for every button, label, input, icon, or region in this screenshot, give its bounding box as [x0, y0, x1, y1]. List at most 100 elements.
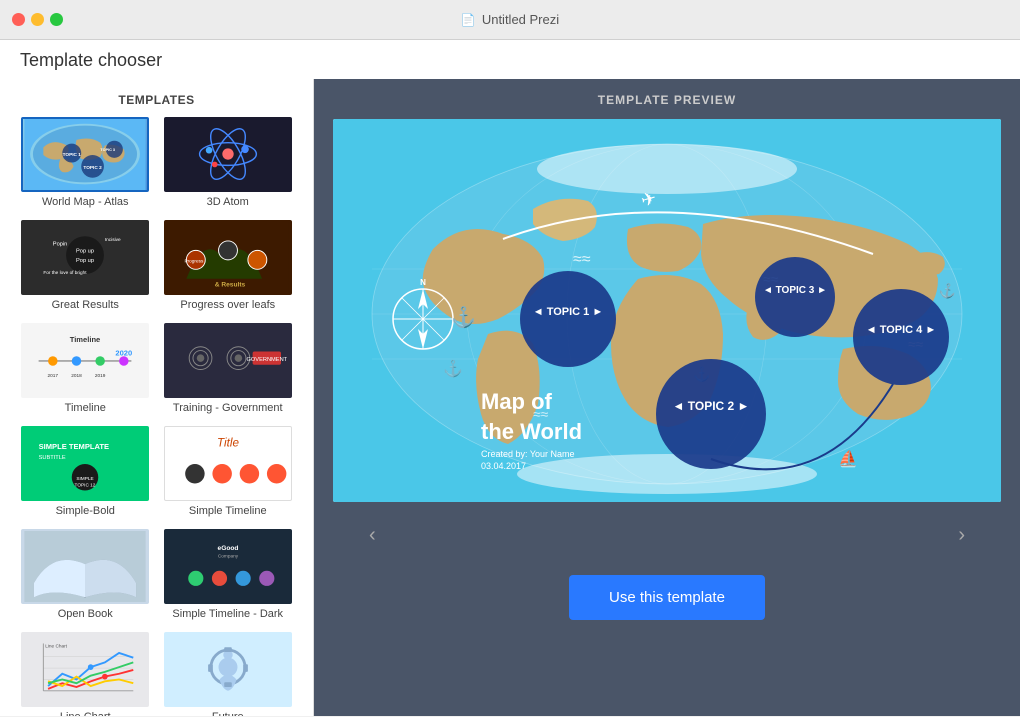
- template-label-line-chart: Line Chart: [60, 711, 111, 716]
- svg-text:Company: Company: [218, 554, 239, 560]
- svg-text:the World: the World: [481, 419, 582, 444]
- svg-text:SIMPLE: SIMPLE: [77, 476, 94, 482]
- svg-text:TOPIC 3: TOPIC 3: [101, 148, 116, 152]
- traffic-lights: [12, 13, 63, 26]
- svg-text:Title: Title: [217, 436, 239, 449]
- template-item-simple-bold[interactable]: SIMPLE TEMPLATE SUBTITLE SIMPLE TOPIC 12…: [14, 426, 157, 529]
- preview-header-text: TEMPLATE PREVIEW: [598, 93, 736, 107]
- svg-text:◄ TOPIC 1 ►: ◄ TOPIC 1 ►: [533, 306, 603, 318]
- svg-text:2020: 2020: [116, 348, 133, 357]
- app-title-text: Template chooser: [20, 50, 162, 70]
- template-thumb-progress-leafs: Progress & Results: [164, 220, 292, 295]
- svg-text:GOVERNMENT: GOVERNMENT: [246, 357, 287, 363]
- template-thumb-timeline: Timeline 2017 2018 2019 2020: [21, 323, 149, 398]
- next-arrow-icon: ›: [958, 524, 965, 546]
- svg-text:& Results: & Results: [214, 281, 245, 288]
- template-label-open-book: Open Book: [58, 608, 113, 620]
- use-template-label: Use this template: [609, 589, 725, 606]
- template-thumb-world-map: TOPIC 1 TOPIC 2 TOPIC 3: [21, 117, 149, 192]
- close-button[interactable]: [12, 13, 25, 26]
- preview-navigation: ‹ ›: [333, 506, 1001, 565]
- main-layout: TEMPLATES: [0, 79, 1020, 716]
- template-label-3d-atom: 3D Atom: [207, 196, 249, 208]
- templates-header: TEMPLATES: [0, 79, 313, 117]
- template-item-progress-leafs[interactable]: Progress & Results Progress over leafs: [157, 220, 300, 323]
- template-label-simple-bold: Simple-Bold: [56, 505, 115, 517]
- template-item-3d-atom[interactable]: 3D Atom: [157, 117, 300, 220]
- svg-text:◄ TOPIC 3 ►: ◄ TOPIC 3 ►: [763, 285, 827, 296]
- template-thumb-open-book: [21, 529, 149, 604]
- window-title: 📄 Untitled Prezi: [461, 12, 559, 27]
- template-item-future[interactable]: Future: [157, 632, 300, 716]
- use-template-button[interactable]: Use this template: [569, 575, 765, 620]
- preview-svg: ✈ ⚓ ⛵ N ≈≈ ≈≈ ≈≈: [333, 119, 1001, 502]
- right-panel: TEMPLATE PREVIEW: [314, 79, 1020, 716]
- svg-text:eGood: eGood: [217, 545, 238, 552]
- svg-text:03.04.2017: 03.04.2017: [481, 461, 526, 471]
- template-item-simple-timeline-dark[interactable]: eGood Company Simple Timeline - Dark: [157, 529, 300, 632]
- svg-text:SIMPLE TEMPLATE: SIMPLE TEMPLATE: [39, 442, 109, 451]
- prev-arrow-icon: ‹: [369, 524, 376, 546]
- template-label-world-map: World Map - Atlas: [42, 196, 129, 208]
- template-thumb-simple-bold: SIMPLE TEMPLATE SUBTITLE SIMPLE TOPIC 12: [21, 426, 149, 501]
- svg-text:⚓: ⚓: [451, 305, 476, 329]
- template-item-world-map[interactable]: TOPIC 1 TOPIC 2 TOPIC 3 World Map - Atla…: [14, 117, 157, 220]
- svg-text:Progress: Progress: [184, 259, 204, 265]
- svg-text:≈≈: ≈≈: [573, 251, 591, 268]
- maximize-button[interactable]: [50, 13, 63, 26]
- template-label-training-gov: Training - Government: [173, 402, 283, 414]
- svg-text:Pop up: Pop up: [76, 258, 94, 264]
- svg-text:N: N: [420, 278, 426, 287]
- title-bar: 📄 Untitled Prezi: [0, 0, 1020, 40]
- template-thumb-simple-timeline-dark: eGood Company: [164, 529, 292, 604]
- template-item-simple-timeline[interactable]: Title Simple Timeline: [157, 426, 300, 529]
- svg-text:For the love of bright: For the love of bright: [44, 270, 88, 276]
- template-label-simple-timeline-dark: Simple Timeline - Dark: [172, 608, 283, 620]
- svg-text:TOPIC 12: TOPIC 12: [75, 483, 96, 489]
- template-label-simple-timeline: Simple Timeline: [189, 505, 267, 517]
- minimize-button[interactable]: [31, 13, 44, 26]
- template-thumb-simple-timeline: Title: [164, 426, 292, 501]
- doc-icon: 📄: [461, 13, 476, 27]
- preview-section-label: TEMPLATE PREVIEW: [314, 79, 1020, 119]
- doc-title: Untitled Prezi: [482, 12, 559, 27]
- svg-text:Created by: Your Name: Created by: Your Name: [481, 449, 575, 459]
- template-item-open-book[interactable]: Open Book: [14, 529, 157, 632]
- template-grid: TOPIC 1 TOPIC 2 TOPIC 3 World Map - Atla…: [0, 117, 313, 716]
- svg-text:2017: 2017: [48, 373, 59, 379]
- svg-text:TOPIC 1: TOPIC 1: [63, 152, 82, 158]
- svg-text:Incisive: Incisive: [105, 237, 121, 243]
- svg-text:◄ TOPIC 4 ►: ◄ TOPIC 4 ►: [866, 324, 936, 336]
- template-item-timeline[interactable]: Timeline 2017 2018 2019 2020 Timeline: [14, 323, 157, 426]
- svg-text:2018: 2018: [71, 373, 82, 379]
- template-thumb-3d-atom: [164, 117, 292, 192]
- template-item-training-gov[interactable]: GOVERNMENT Training - Government: [157, 323, 300, 426]
- template-preview-area: ✈ ⚓ ⛵ N ≈≈ ≈≈ ≈≈: [333, 119, 1001, 502]
- next-arrow[interactable]: ›: [942, 516, 981, 555]
- template-thumb-future: [164, 632, 292, 707]
- template-label-progress-leafs: Progress over leafs: [180, 299, 275, 311]
- template-item-great-results[interactable]: Pop up Pop up Popin Incisive For the lov…: [14, 220, 157, 323]
- template-thumb-training-gov: GOVERNMENT: [164, 323, 292, 398]
- template-label-timeline: Timeline: [65, 402, 106, 414]
- template-label-great-results: Great Results: [52, 299, 119, 311]
- left-panel: TEMPLATES: [0, 79, 314, 716]
- svg-text:2019: 2019: [95, 373, 106, 379]
- svg-text:⚓: ⚓: [443, 359, 463, 378]
- svg-text:Timeline: Timeline: [70, 335, 101, 344]
- svg-text:Popin: Popin: [53, 242, 68, 248]
- svg-text:⛵: ⛵: [838, 449, 858, 468]
- svg-text:SUBTITLE: SUBTITLE: [39, 455, 66, 461]
- svg-text:◄ TOPIC 2 ►: ◄ TOPIC 2 ►: [673, 399, 750, 413]
- template-thumb-great-results: Pop up Pop up Popin Incisive For the lov…: [21, 220, 149, 295]
- svg-text:Pop up: Pop up: [76, 248, 94, 254]
- prev-arrow[interactable]: ‹: [353, 516, 392, 555]
- template-thumb-line-chart: Line Chart: [21, 632, 149, 707]
- svg-text:Map of: Map of: [481, 389, 553, 414]
- svg-text:Line Chart: Line Chart: [45, 643, 67, 649]
- app-title: Template chooser: [0, 40, 1020, 79]
- template-item-line-chart[interactable]: Line Chart Line Chart: [14, 632, 157, 716]
- svg-text:TOPIC 2: TOPIC 2: [84, 165, 103, 171]
- template-label-future: Future: [212, 711, 244, 716]
- templates-section-label: TEMPLATES: [118, 93, 194, 107]
